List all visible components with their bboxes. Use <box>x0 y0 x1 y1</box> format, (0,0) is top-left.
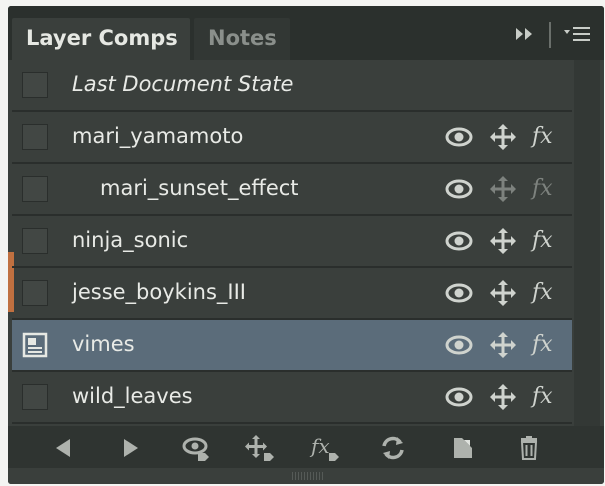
layer-comp-row-jesse-boykins-iii[interactable]: jesse_boykins_III fx <box>12 268 572 320</box>
layer-comp-row-wild-leaves[interactable]: wild_leaves fx <box>12 372 572 424</box>
layer-comp-name: mari_yamamoto <box>72 124 244 148</box>
move-arrows-icon[interactable] <box>488 175 518 203</box>
layer-comp-row-last-document-state[interactable]: Last Document State <box>12 60 572 112</box>
fx-icon[interactable]: fx <box>532 227 562 255</box>
panel-footer <box>8 468 604 484</box>
apply-comp-checkbox[interactable] <box>22 72 48 98</box>
eye-icon[interactable] <box>444 175 474 203</box>
panel-menu-icon[interactable] <box>562 24 592 49</box>
layer-comp-name: vimes <box>72 332 135 356</box>
move-arrows-icon[interactable] <box>488 123 518 151</box>
new-comp-icon[interactable] <box>446 434 480 462</box>
update-appearance-icon[interactable]: fx <box>308 434 342 462</box>
layer-comps-list: Last Document State mari_yamamoto fx mar… <box>12 60 572 424</box>
update-position-icon[interactable] <box>242 434 276 462</box>
layer-comp-name: wild_leaves <box>72 384 193 408</box>
layer-comp-name: jesse_boykins_III <box>72 280 246 304</box>
delete-icon[interactable] <box>512 434 546 462</box>
scrollbar[interactable] <box>574 60 600 428</box>
tab-notes[interactable]: Notes <box>194 18 290 60</box>
previous-icon[interactable] <box>46 434 80 462</box>
update-comp-icon[interactable] <box>376 434 410 462</box>
eye-icon[interactable] <box>444 331 474 359</box>
bottom-toolbar: fx <box>8 426 604 468</box>
apply-comp-checkbox[interactable] <box>22 176 48 202</box>
collapse-panel-icon[interactable] <box>514 26 536 47</box>
update-visibility-icon[interactable] <box>180 434 214 462</box>
eye-icon[interactable] <box>444 279 474 307</box>
panel-divider <box>548 22 552 53</box>
layer-comp-row-vimes[interactable]: vimes fx <box>12 320 572 372</box>
apply-comp-checkbox[interactable] <box>22 280 48 306</box>
move-arrows-icon[interactable] <box>488 383 518 411</box>
panel-tab-bar: Layer Comps Notes <box>8 6 604 60</box>
layer-comp-row-ninja-sonic[interactable]: ninja_sonic fx <box>12 216 572 268</box>
layer-comps-panel: Layer Comps Notes Last Document State ma… <box>8 6 604 484</box>
move-arrows-icon[interactable] <box>488 279 518 307</box>
move-arrows-icon[interactable] <box>488 227 518 255</box>
eye-icon[interactable] <box>444 383 474 411</box>
layer-comp-row-mari-yamamoto[interactable]: mari_yamamoto fx <box>12 112 572 164</box>
apply-comp-checkbox[interactable] <box>22 384 48 410</box>
tab-layer-comps[interactable]: Layer Comps <box>12 18 190 60</box>
fx-icon[interactable]: fx <box>532 175 562 203</box>
layer-comp-row-mari-sunset-effect[interactable]: mari_sunset_effect fx <box>12 164 572 216</box>
layer-comp-name: ninja_sonic <box>72 228 189 252</box>
resize-grip[interactable] <box>292 472 324 480</box>
next-icon[interactable] <box>114 434 148 462</box>
fx-icon[interactable]: fx <box>532 279 562 307</box>
fx-icon[interactable]: fx <box>532 123 562 151</box>
eye-icon[interactable] <box>444 227 474 255</box>
fx-icon[interactable]: fx <box>532 383 562 411</box>
layer-comp-name: Last Document State <box>72 72 294 96</box>
svg-text:fx: fx <box>309 434 330 458</box>
apply-comp-checkbox[interactable] <box>22 228 48 254</box>
layer-comp-name: mari_sunset_effect <box>100 176 299 200</box>
layer-comp-icon[interactable] <box>22 332 48 358</box>
apply-comp-checkbox[interactable] <box>22 124 48 150</box>
move-arrows-icon[interactable] <box>488 331 518 359</box>
fx-icon[interactable]: fx <box>532 331 562 359</box>
eye-icon[interactable] <box>444 123 474 151</box>
